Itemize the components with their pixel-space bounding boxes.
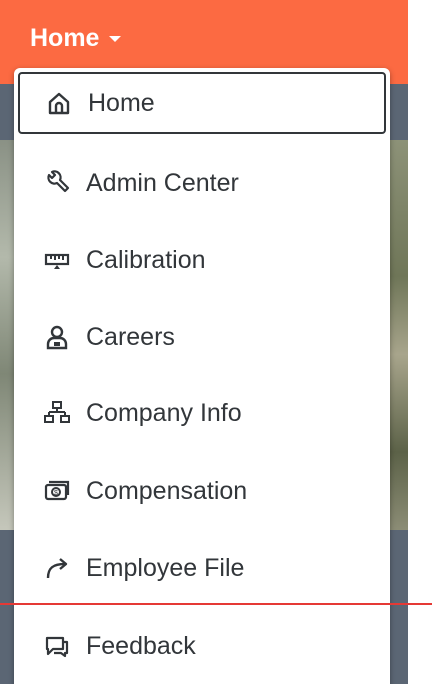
careers-icon (42, 322, 72, 352)
menu-item-label: Feedback (86, 631, 196, 660)
org-chart-icon (42, 398, 72, 428)
module-menu-trigger[interactable]: Home (30, 20, 122, 56)
menu-item-label: Employee File (86, 553, 245, 582)
home-icon (44, 88, 74, 118)
menu-item-label: Admin Center (86, 168, 239, 197)
menu-item-feedback[interactable]: Feedback (18, 615, 386, 677)
calibration-icon (42, 245, 72, 275)
background-image-right-edge (388, 140, 408, 530)
annotation-red-line (0, 603, 432, 605)
menu-item-label: Home (88, 88, 155, 117)
svg-text:$: $ (54, 490, 58, 497)
menu-item-compensation[interactable]: $ Compensation (18, 460, 386, 522)
caret-down-icon (109, 36, 122, 42)
module-menu-label: Home (30, 23, 100, 52)
app-frame: Home Home Admin Center Calibration Caree… (0, 0, 432, 692)
menu-item-careers[interactable]: Careers (18, 306, 386, 368)
bottom-edge (0, 684, 432, 692)
menu-item-home[interactable]: Home (18, 72, 386, 134)
menu-item-company-info[interactable]: Company Info (18, 382, 386, 444)
menu-item-label: Compensation (86, 476, 248, 505)
arrow-forward-icon (42, 553, 72, 583)
wrench-icon (42, 168, 72, 198)
module-dropdown-menu: Home Admin Center Calibration Careers Co… (14, 68, 390, 692)
menu-item-label: Company Info (86, 398, 242, 427)
menu-item-label: Careers (86, 322, 175, 351)
money-icon: $ (42, 476, 72, 506)
menu-item-employee-file[interactable]: Employee File (18, 537, 386, 599)
menu-item-label: Calibration (86, 245, 206, 274)
feedback-icon (42, 631, 72, 661)
menu-item-calibration[interactable]: Calibration (18, 229, 386, 291)
menu-item-admin-center[interactable]: Admin Center (18, 152, 386, 214)
